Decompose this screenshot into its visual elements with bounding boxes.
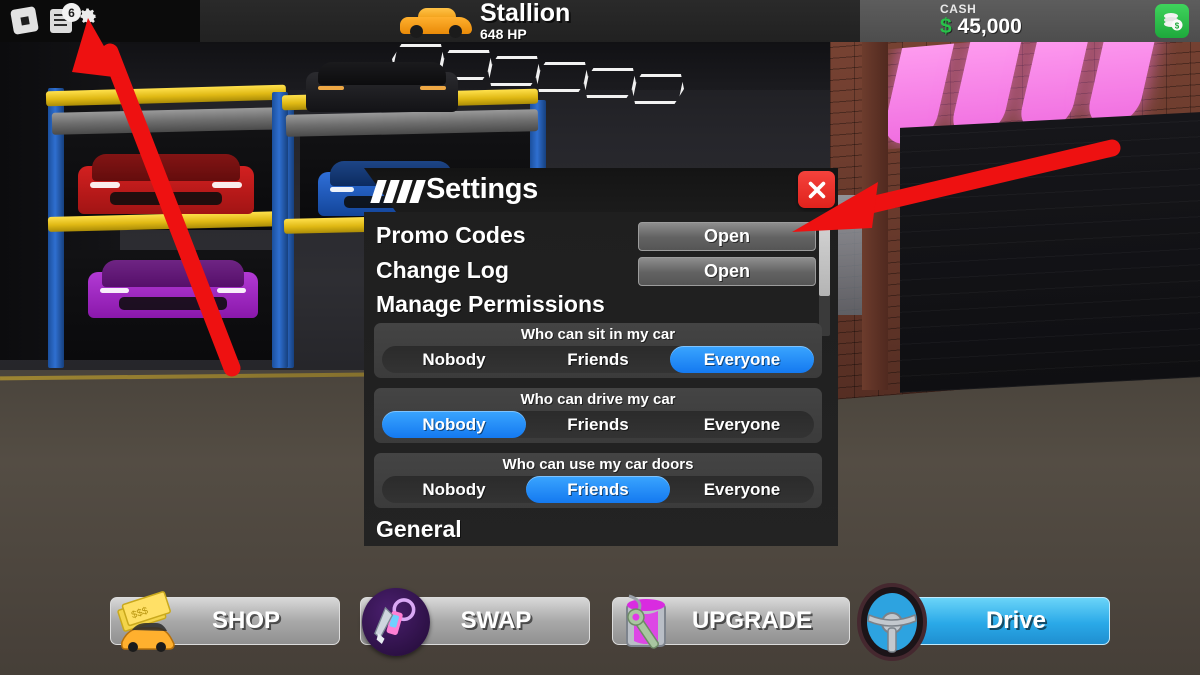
permission-drive-option-everyone[interactable]: Everyone <box>670 411 814 438</box>
promo-codes-open-label: Open <box>703 226 750 246</box>
permission-drive-option-friends[interactable]: Friends <box>526 411 670 438</box>
manage-permissions-heading: Manage Permissions <box>376 291 605 317</box>
permission-card-doors: Who can use my car doors Nobody Friends … <box>374 453 822 508</box>
permission-card-sit: Who can sit in my car Nobody Friends Eve… <box>374 323 822 378</box>
settings-title: Settings <box>426 173 538 205</box>
car-keys-icon <box>362 588 430 656</box>
change-log-open-button[interactable]: Open <box>638 257 816 286</box>
permission-doors-option-nobody[interactable]: Nobody <box>382 476 526 503</box>
permission-question-sit: Who can sit in my car <box>520 326 676 343</box>
cash-value-row: $ 45,000 <box>940 16 1022 38</box>
permission-drive-option-nobody[interactable]: Nobody <box>382 411 526 438</box>
gear-icon[interactable] <box>78 6 98 26</box>
settings-panel-body: Promo Codes Open Change Log Open Manage … <box>364 212 838 546</box>
promo-codes-row: Promo Codes Open <box>374 222 816 255</box>
car-info: Stallion 648 HP <box>480 0 780 43</box>
svg-text:$: $ <box>1175 22 1180 31</box>
permission-question-drive: Who can drive my car <box>520 391 676 408</box>
car-name: Stallion <box>480 0 571 27</box>
permission-sit-option-friends[interactable]: Friends <box>526 346 670 373</box>
change-log-row: Change Log Open <box>374 257 816 290</box>
settings-panel-header: Settings <box>364 168 838 212</box>
hud-right-section <box>860 0 1200 42</box>
close-x-icon[interactable] <box>798 171 835 208</box>
dollar-sign: $ <box>940 15 952 38</box>
promo-codes-open-button[interactable]: Open <box>638 222 816 251</box>
scrollbar-thumb[interactable] <box>819 216 830 296</box>
steering-wheel-icon <box>852 582 932 662</box>
orange-car-icon <box>400 4 472 38</box>
paint-can-wrench-icon <box>612 588 680 656</box>
permission-segment-doors: Nobody Friends Everyone <box>382 476 814 503</box>
cash-label: CASH <box>940 2 977 16</box>
cash-display: CASH $ 45,000 <box>940 2 1022 38</box>
car-horsepower: 648 HP <box>480 26 527 42</box>
cash-amount: 45,000 <box>957 15 1022 38</box>
promo-codes-label: Promo Codes <box>376 222 526 248</box>
permission-segment-drive: Nobody Friends Everyone <box>382 411 814 438</box>
permission-sit-option-everyone[interactable]: Everyone <box>670 346 814 373</box>
black-car <box>306 72 458 112</box>
top-hud-bar: 6 Stallion 648 HP CASH $ 45,000 $ <box>0 0 1200 42</box>
permission-question-doors: Who can use my car doors <box>502 456 694 473</box>
bottom-action-bar: SHOP $$$ SWAP UPGRADE Drive <box>0 580 1200 675</box>
permission-card-drive: Who can drive my car Nobody Friends Ever… <box>374 388 822 443</box>
brick-pillar <box>862 20 888 390</box>
game-screen: 6 Stallion 648 HP CASH $ 45,000 $ Settin… <box>0 0 1200 675</box>
settings-panel: Settings Promo Codes Open Change Log Ope… <box>364 168 838 546</box>
garage-door <box>900 112 1200 393</box>
permission-sit-option-nobody[interactable]: Nobody <box>382 346 526 373</box>
roblox-logo-icon[interactable] <box>10 6 39 35</box>
general-heading: General <box>376 516 462 542</box>
change-log-label: Change Log <box>376 257 509 283</box>
permission-doors-option-everyone[interactable]: Everyone <box>670 476 814 503</box>
permission-segment-sit: Nobody Friends Everyone <box>382 346 814 373</box>
purple-car <box>88 272 258 318</box>
money-stack-icon[interactable]: $ <box>1155 4 1189 38</box>
red-car <box>78 166 254 214</box>
change-log-open-label: Open <box>703 261 750 281</box>
permission-doors-option-friends[interactable]: Friends <box>526 476 670 503</box>
money-and-car-icon: $$$ <box>112 588 180 656</box>
four-stripes-logo-icon <box>370 180 426 203</box>
